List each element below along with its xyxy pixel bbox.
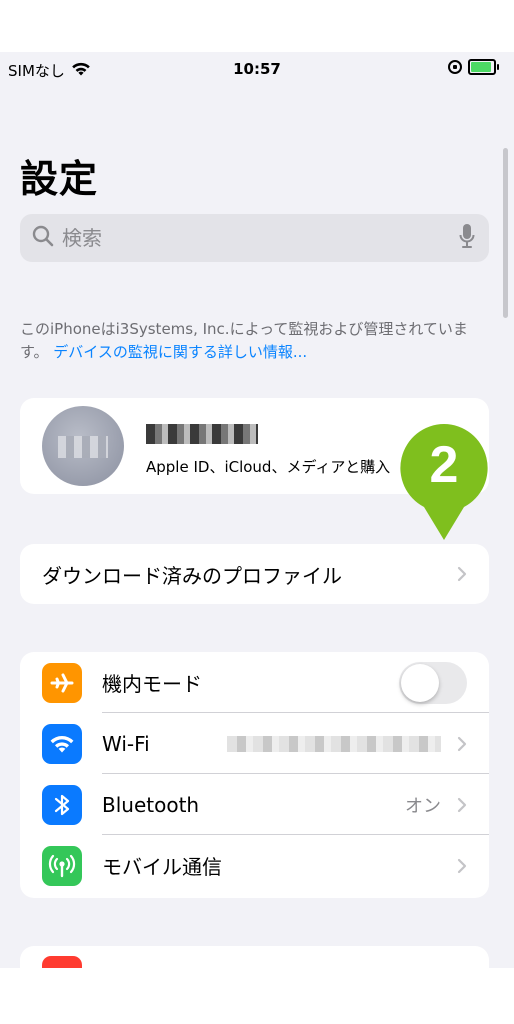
- step-callout-number: 2: [430, 436, 459, 494]
- chevron-right-icon: [457, 858, 467, 878]
- chevron-right-icon: [457, 797, 467, 817]
- step-callout-2: 2: [398, 422, 490, 542]
- bluetooth-label: Bluetooth: [102, 792, 200, 817]
- search-input[interactable]: [60, 225, 459, 251]
- cellular-antenna-icon: [42, 845, 82, 886]
- notifications-icon: [42, 956, 82, 968]
- orientation-lock-icon: [448, 60, 462, 74]
- supervision-notice: このiPhoneはi3Systems, Inc.によって監視および管理されていま…: [20, 318, 490, 364]
- downloaded-profile-label: ダウンロード済みのプロファイル: [42, 563, 342, 588]
- wifi-label: Wi-Fi: [102, 731, 150, 756]
- user-name-redacted: [146, 424, 258, 444]
- wifi-row[interactable]: Wi-Fi: [20, 713, 489, 774]
- wifi-network-redacted: [227, 735, 441, 752]
- scrollbar[interactable]: [503, 148, 508, 318]
- next-section-card[interactable]: [20, 946, 489, 968]
- status-time: 10:57: [233, 60, 281, 78]
- bluetooth-row[interactable]: Bluetooth オン: [20, 774, 489, 835]
- airplane-icon: [42, 662, 82, 703]
- cellular-row[interactable]: モバイル通信: [20, 835, 489, 896]
- status-bar: SIMなし 10:57: [0, 52, 514, 88]
- search-bar[interactable]: [20, 214, 489, 262]
- battery-icon: [468, 59, 499, 75]
- cellular-label: モバイル通信: [102, 855, 222, 879]
- connectivity-card: 機内モード Wi-Fi Bluetooth オン モバイル通信: [20, 652, 489, 898]
- page-title: 設定: [20, 157, 99, 201]
- search-icon: [32, 225, 54, 251]
- settings-screen: SIMなし 10:57 設定 検索 このiPhoneはi3Systems, In…: [0, 52, 514, 968]
- avatar: [42, 406, 124, 486]
- bluetooth-status: オン: [405, 795, 441, 817]
- airplane-mode-row[interactable]: 機内モード: [20, 652, 489, 713]
- status-right: [448, 59, 499, 75]
- apple-id-subtitle: Apple ID、iCloud、メディアと購入: [146, 458, 391, 476]
- supervision-info-link[interactable]: デバイスの監視に関する詳しい情報...: [53, 343, 307, 361]
- bluetooth-icon: [42, 784, 82, 825]
- airplane-mode-toggle[interactable]: [399, 661, 467, 704]
- chevron-right-icon: [457, 736, 467, 756]
- downloaded-profile-card[interactable]: ダウンロード済みのプロファイル: [20, 544, 489, 604]
- microphone-icon[interactable]: [459, 223, 475, 253]
- wifi-icon: [42, 723, 82, 764]
- airplane-mode-label: 機内モード: [102, 672, 202, 696]
- chevron-right-icon: [457, 566, 467, 586]
- downloaded-profile-row[interactable]: ダウンロード済みのプロファイル: [20, 544, 489, 604]
